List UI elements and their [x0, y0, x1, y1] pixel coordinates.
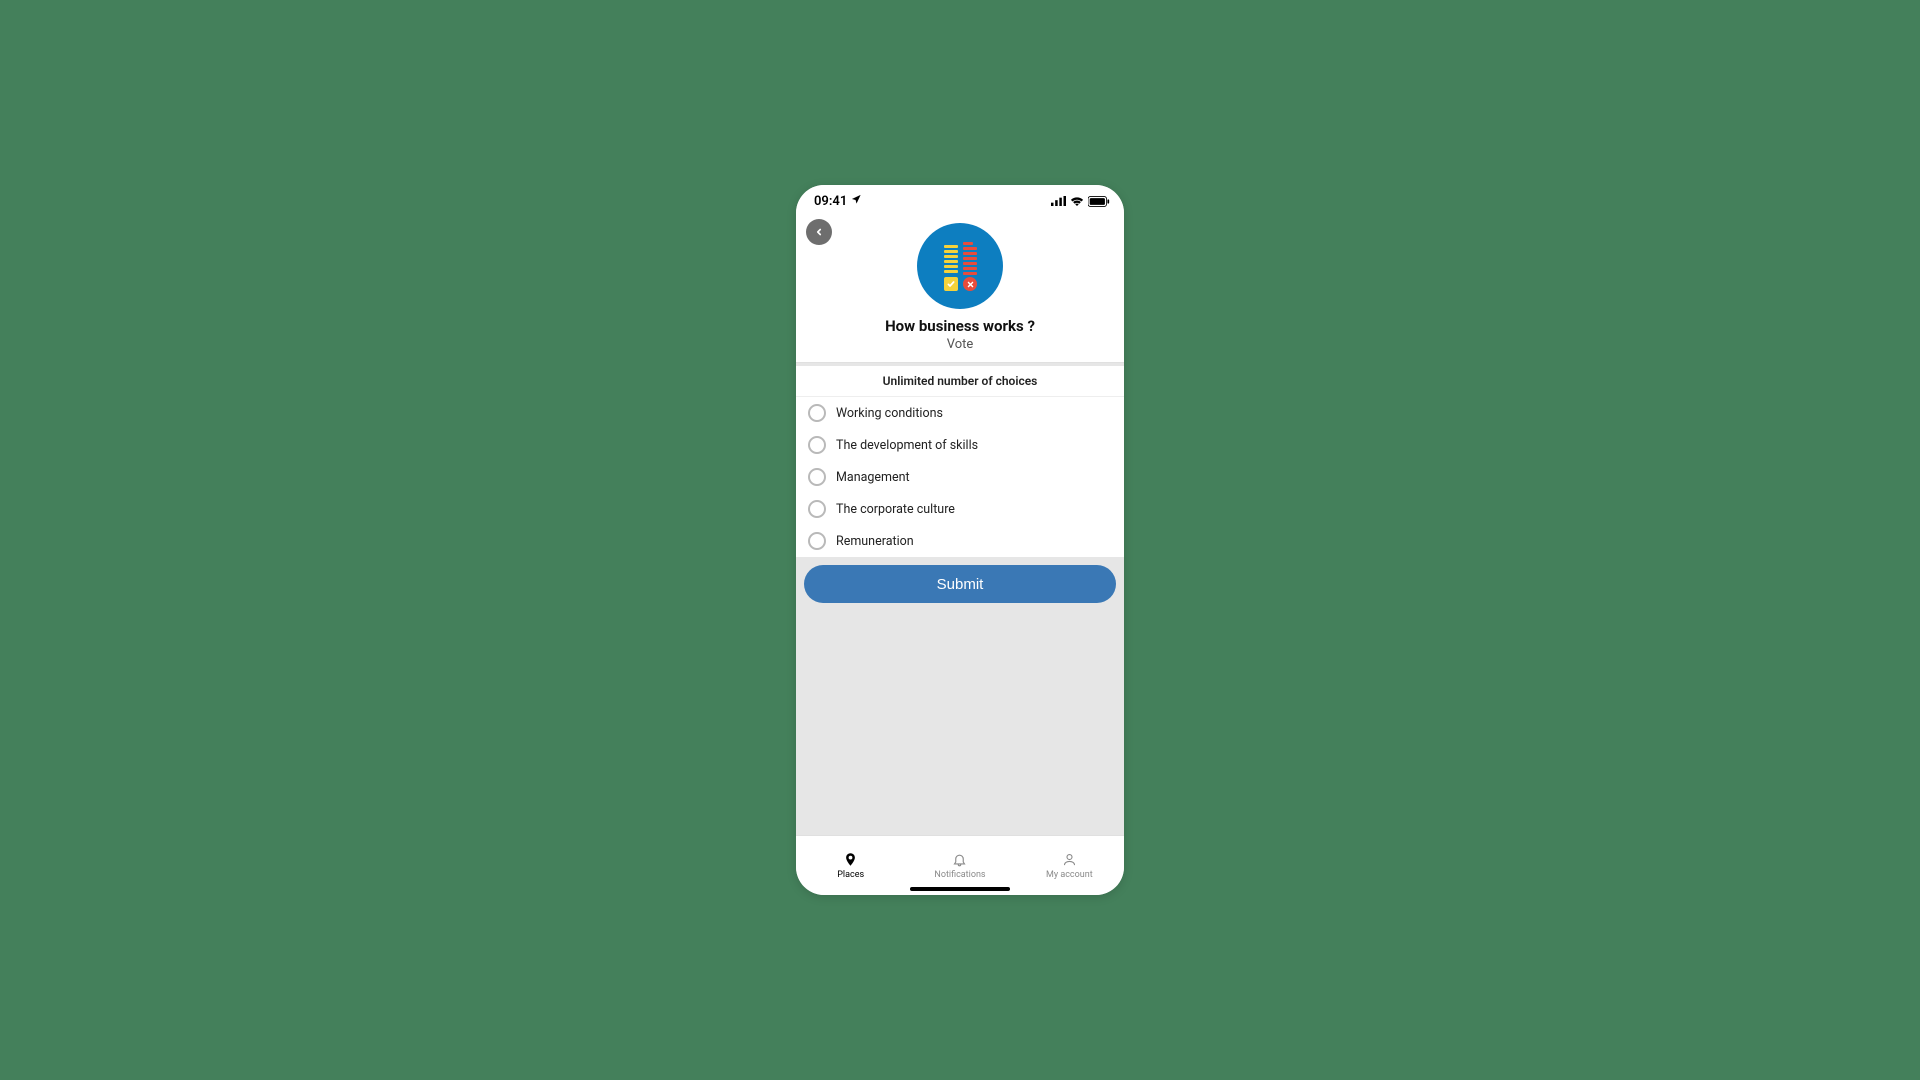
option-working-conditions[interactable]: Working conditions: [808, 397, 1112, 429]
battery-icon: [1088, 196, 1110, 207]
page-title: How business works ?: [808, 317, 1112, 335]
radio-icon: [808, 500, 826, 518]
options-list: Working conditions The development of sk…: [796, 396, 1124, 557]
submit-button[interactable]: Submit: [804, 565, 1116, 603]
option-remuneration[interactable]: Remuneration: [808, 525, 1112, 557]
option-development-of-skills[interactable]: The development of skills: [808, 429, 1112, 461]
tab-my-account[interactable]: My account: [1015, 836, 1124, 895]
poll-icon: [917, 223, 1003, 309]
status-right: [1051, 196, 1110, 207]
status-left: 09:41: [814, 194, 862, 209]
option-management[interactable]: Management: [808, 461, 1112, 493]
radio-icon: [808, 532, 826, 550]
tab-label: Places: [837, 870, 864, 880]
radio-icon: [808, 404, 826, 422]
option-corporate-culture[interactable]: The corporate culture: [808, 493, 1112, 525]
tab-label: Notifications: [934, 870, 985, 880]
bell-icon: [952, 851, 967, 868]
x-badge-icon: [963, 277, 977, 291]
submit-wrap: Submit: [796, 557, 1124, 611]
radio-icon: [808, 436, 826, 454]
status-bar: 09:41: [796, 185, 1124, 217]
option-label: Remuneration: [836, 534, 914, 549]
home-indicator: [910, 887, 1010, 891]
cellular-icon: [1051, 196, 1066, 206]
page-header: How business works ? Vote: [796, 217, 1124, 363]
empty-space: [796, 611, 1124, 835]
radio-icon: [808, 468, 826, 486]
pin-icon: [843, 851, 858, 868]
option-label: Management: [836, 470, 910, 485]
phone-frame: 09:41: [796, 185, 1124, 895]
user-icon: [1062, 851, 1077, 868]
chevron-left-icon: [814, 226, 824, 238]
tab-label: My account: [1046, 870, 1093, 880]
tab-bar: Places Notifications My account: [796, 835, 1124, 895]
tab-places[interactable]: Places: [796, 836, 905, 895]
option-label: The development of skills: [836, 438, 978, 453]
location-arrow-icon: [851, 194, 862, 209]
status-time: 09:41: [814, 194, 847, 209]
page-subtitle: Vote: [808, 337, 1112, 352]
instruction-strip: Unlimited number of choices: [796, 363, 1124, 396]
option-label: The corporate culture: [836, 502, 955, 517]
wifi-icon: [1070, 196, 1084, 206]
back-button[interactable]: [806, 219, 832, 245]
option-label: Working conditions: [836, 406, 943, 421]
